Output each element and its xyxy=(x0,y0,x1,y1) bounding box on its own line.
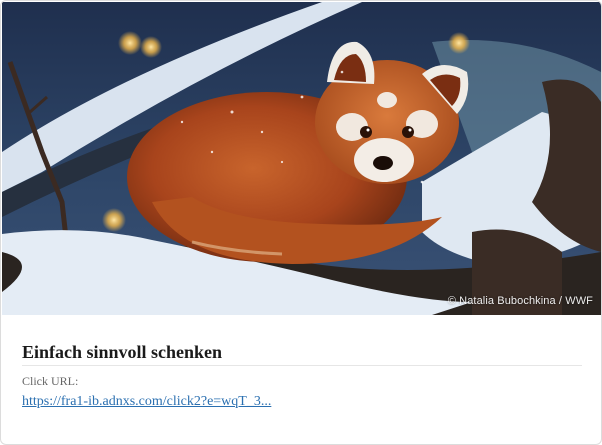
ad-card: © Natalia Bubochkina / WWF Einfach sinnv… xyxy=(0,0,602,445)
ad-title: Einfach sinnvoll schenken xyxy=(22,341,582,366)
ad-image[interactable]: © Natalia Bubochkina / WWF xyxy=(2,2,601,315)
ad-body: Einfach sinnvoll schenken Click URL: htt… xyxy=(22,341,582,410)
click-url-label: Click URL: xyxy=(22,374,79,388)
red-panda-photo xyxy=(2,2,601,315)
click-url-link[interactable]: https://fra1-ib.adnxs.com/click2?e=wqT_3… xyxy=(22,393,271,410)
photo-credit: © Natalia Bubochkina / WWF xyxy=(447,295,593,307)
